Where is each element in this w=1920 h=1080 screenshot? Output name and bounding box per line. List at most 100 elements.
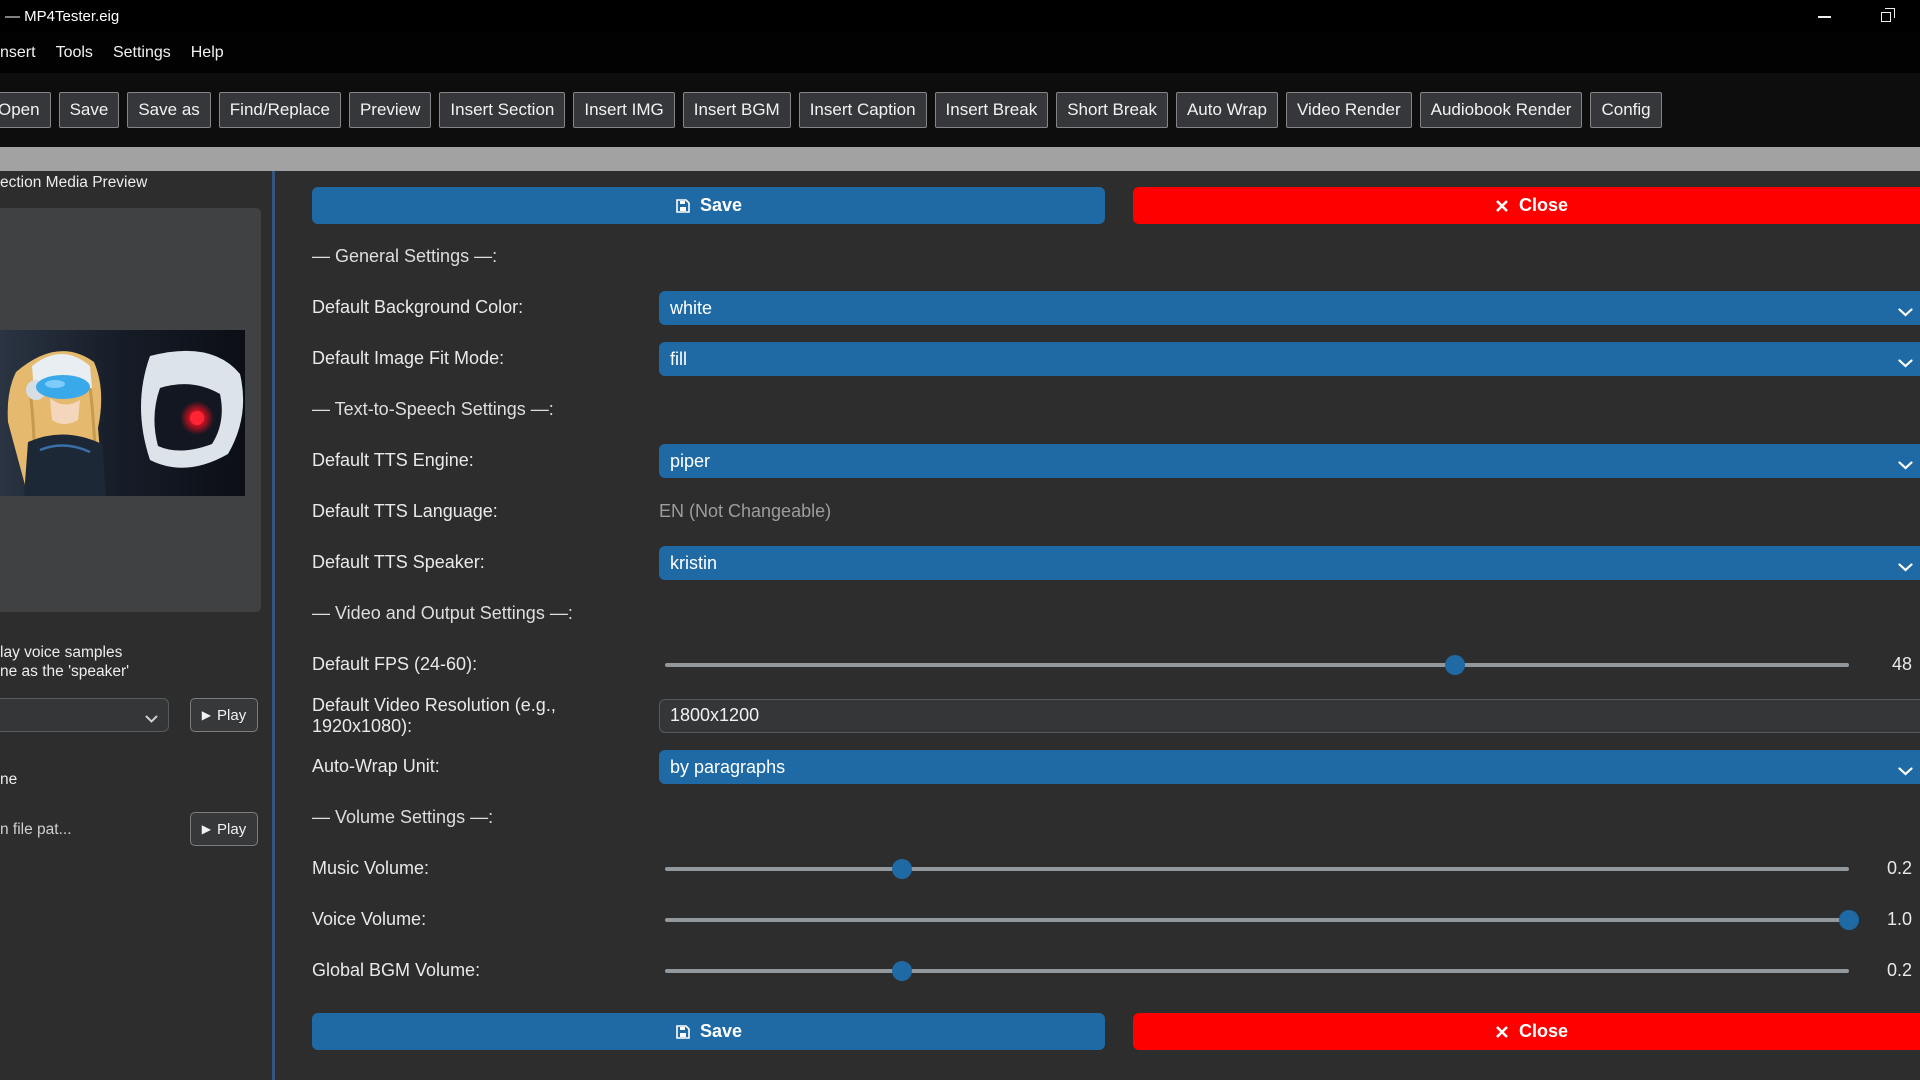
- save-button-label: Save: [700, 1021, 742, 1042]
- chevron-down-icon: [145, 711, 158, 729]
- menu-item-insert[interactable]: nsert: [0, 40, 46, 66]
- row-tts-language: Default TTS Language: EN (Not Changeable…: [312, 486, 1920, 537]
- chevron-down-icon: [1898, 457, 1913, 475]
- video-resolution-input[interactable]: [659, 699, 1920, 733]
- slider-thumb[interactable]: [1839, 910, 1859, 930]
- voice-sample-select[interactable]: [0, 698, 169, 732]
- toolbar-audiobook-render-button[interactable]: Audiobook Render: [1420, 92, 1583, 128]
- play-voice-sample-button[interactable]: ▶ Play: [190, 698, 258, 732]
- play-button-label: Play: [217, 821, 246, 838]
- close-button-label: Close: [1519, 195, 1568, 216]
- chevron-down-icon: [1898, 304, 1913, 322]
- save-button-label: Save: [700, 195, 742, 216]
- close-button-top[interactable]: Close: [1133, 187, 1920, 224]
- save-icon: [675, 198, 691, 214]
- slider-track[interactable]: [665, 867, 1849, 871]
- config-panel: Save Close — General Settings —: Default…: [275, 171, 1920, 1080]
- top-action-row: Save Close: [312, 187, 1920, 224]
- toolbar: Open Save Save as Find/Replace Preview I…: [0, 73, 1920, 147]
- toolbar-preview-button[interactable]: Preview: [349, 92, 431, 128]
- bgm-volume-value: 0.2: [1849, 960, 1920, 981]
- sidebar: ection Media Preview: [0, 171, 272, 1080]
- slider-thumb[interactable]: [892, 961, 912, 981]
- slider-track[interactable]: [665, 918, 1849, 922]
- slider-track[interactable]: [665, 969, 1849, 973]
- save-icon: [675, 1024, 691, 1040]
- bottom-action-row: Save Close: [312, 1013, 1920, 1050]
- voice-volume-slider[interactable]: [665, 910, 1849, 930]
- auto-wrap-unit-select[interactable]: by paragraphs: [659, 750, 1920, 784]
- music-volume-value: 0.2: [1849, 858, 1920, 879]
- close-icon: [1494, 1024, 1510, 1040]
- voice-volume-value: 1.0: [1849, 909, 1920, 930]
- restore-icon: [1881, 12, 1891, 22]
- content-area: ection Media Preview: [0, 171, 1920, 1080]
- row-music-volume: Music Volume: 0.2: [312, 843, 1920, 894]
- default-image-fit-select[interactable]: fill: [659, 342, 1920, 376]
- toolbar-open-button[interactable]: Open: [0, 92, 51, 128]
- menu-item-settings[interactable]: Settings: [103, 40, 181, 66]
- row-resolution: Default Video Resolution (e.g., 1920x108…: [312, 690, 1920, 741]
- toolbar-config-button[interactable]: Config: [1590, 92, 1661, 128]
- save-button-top[interactable]: Save: [312, 187, 1105, 224]
- fps-value: 48: [1849, 654, 1920, 675]
- default-tts-speaker-select[interactable]: kristin: [659, 546, 1920, 580]
- toolbar-save-as-button[interactable]: Save as: [127, 92, 210, 128]
- default-fps-slider[interactable]: [665, 655, 1849, 675]
- toolbar-save-button[interactable]: Save: [59, 92, 120, 128]
- hint-line-2: ne as the 'speaker': [0, 662, 129, 681]
- chevron-down-icon: [1898, 355, 1913, 373]
- app-window: — MP4Tester.eig ✕ nsert Tools Settings H…: [0, 0, 1920, 1080]
- section-preview-image: [0, 330, 245, 496]
- restore-button[interactable]: [1855, 0, 1916, 33]
- toolbar-insert-caption-button[interactable]: Insert Caption: [799, 92, 927, 128]
- default-background-color-select[interactable]: white: [659, 291, 1920, 325]
- sidebar-text-ne: ne: [0, 771, 17, 789]
- toolbar-video-render-button[interactable]: Video Render: [1286, 92, 1412, 128]
- image-fit-value: fill: [670, 342, 687, 376]
- menu-item-tools[interactable]: Tools: [46, 40, 103, 66]
- play-button-label: Play: [217, 707, 246, 724]
- close-window-button[interactable]: ✕: [1916, 0, 1920, 33]
- row-tts-speaker: Default TTS Speaker: kristin: [312, 537, 1920, 588]
- default-tts-engine-select[interactable]: piper: [659, 444, 1920, 478]
- window-title: — MP4Tester.eig: [5, 8, 119, 25]
- hint-line-1: lay voice samples: [0, 643, 129, 662]
- section-header-volume: — Volume Settings —:: [312, 807, 493, 828]
- global-bgm-volume-slider[interactable]: [665, 961, 1849, 981]
- media-preview-panel: [0, 208, 261, 612]
- minimize-button[interactable]: [1794, 0, 1855, 33]
- tts-language-value: EN (Not Changeable): [659, 501, 831, 522]
- section-header-tts: — Text-to-Speech Settings —:: [312, 399, 554, 420]
- close-button-label: Close: [1519, 1021, 1568, 1042]
- toolbar-insert-img-button[interactable]: Insert IMG: [573, 92, 674, 128]
- autowrap-value: by paragraphs: [670, 750, 785, 784]
- resolution-label: Default Video Resolution (e.g., 1920x108…: [312, 695, 659, 737]
- toolbar-auto-wrap-button[interactable]: Auto Wrap: [1176, 92, 1278, 128]
- file-path-text: n file pat...: [0, 821, 72, 839]
- close-icon: [1494, 198, 1510, 214]
- toolbar-insert-bgm-button[interactable]: Insert BGM: [683, 92, 791, 128]
- play-file-button[interactable]: ▶ Play: [190, 812, 258, 846]
- background-color-value: white: [670, 291, 712, 325]
- slider-thumb[interactable]: [1445, 655, 1465, 675]
- slider-track[interactable]: [665, 663, 1849, 667]
- close-button-bottom[interactable]: Close: [1133, 1013, 1920, 1050]
- menubar: nsert Tools Settings Help: [0, 33, 1920, 73]
- row-image-fit: Default Image Fit Mode: fill: [312, 333, 1920, 384]
- play-icon: ▶: [202, 822, 211, 836]
- toolbar-insert-section-button[interactable]: Insert Section: [439, 92, 565, 128]
- slider-thumb[interactable]: [892, 859, 912, 879]
- sidebar-title: ection Media Preview: [0, 174, 147, 192]
- menu-item-help[interactable]: Help: [181, 40, 234, 66]
- bgm-volume-label: Global BGM Volume:: [312, 960, 659, 981]
- toolbar-short-break-button[interactable]: Short Break: [1056, 92, 1168, 128]
- save-button-bottom[interactable]: Save: [312, 1013, 1105, 1050]
- play-icon: ▶: [202, 708, 211, 722]
- voice-volume-label: Voice Volume:: [312, 909, 659, 930]
- tts-language-label: Default TTS Language:: [312, 501, 659, 522]
- toolbar-insert-break-button[interactable]: Insert Break: [935, 92, 1049, 128]
- toolbar-find-replace-button[interactable]: Find/Replace: [219, 92, 341, 128]
- music-volume-slider[interactable]: [665, 859, 1849, 879]
- row-bgm-volume: Global BGM Volume: 0.2: [312, 945, 1920, 996]
